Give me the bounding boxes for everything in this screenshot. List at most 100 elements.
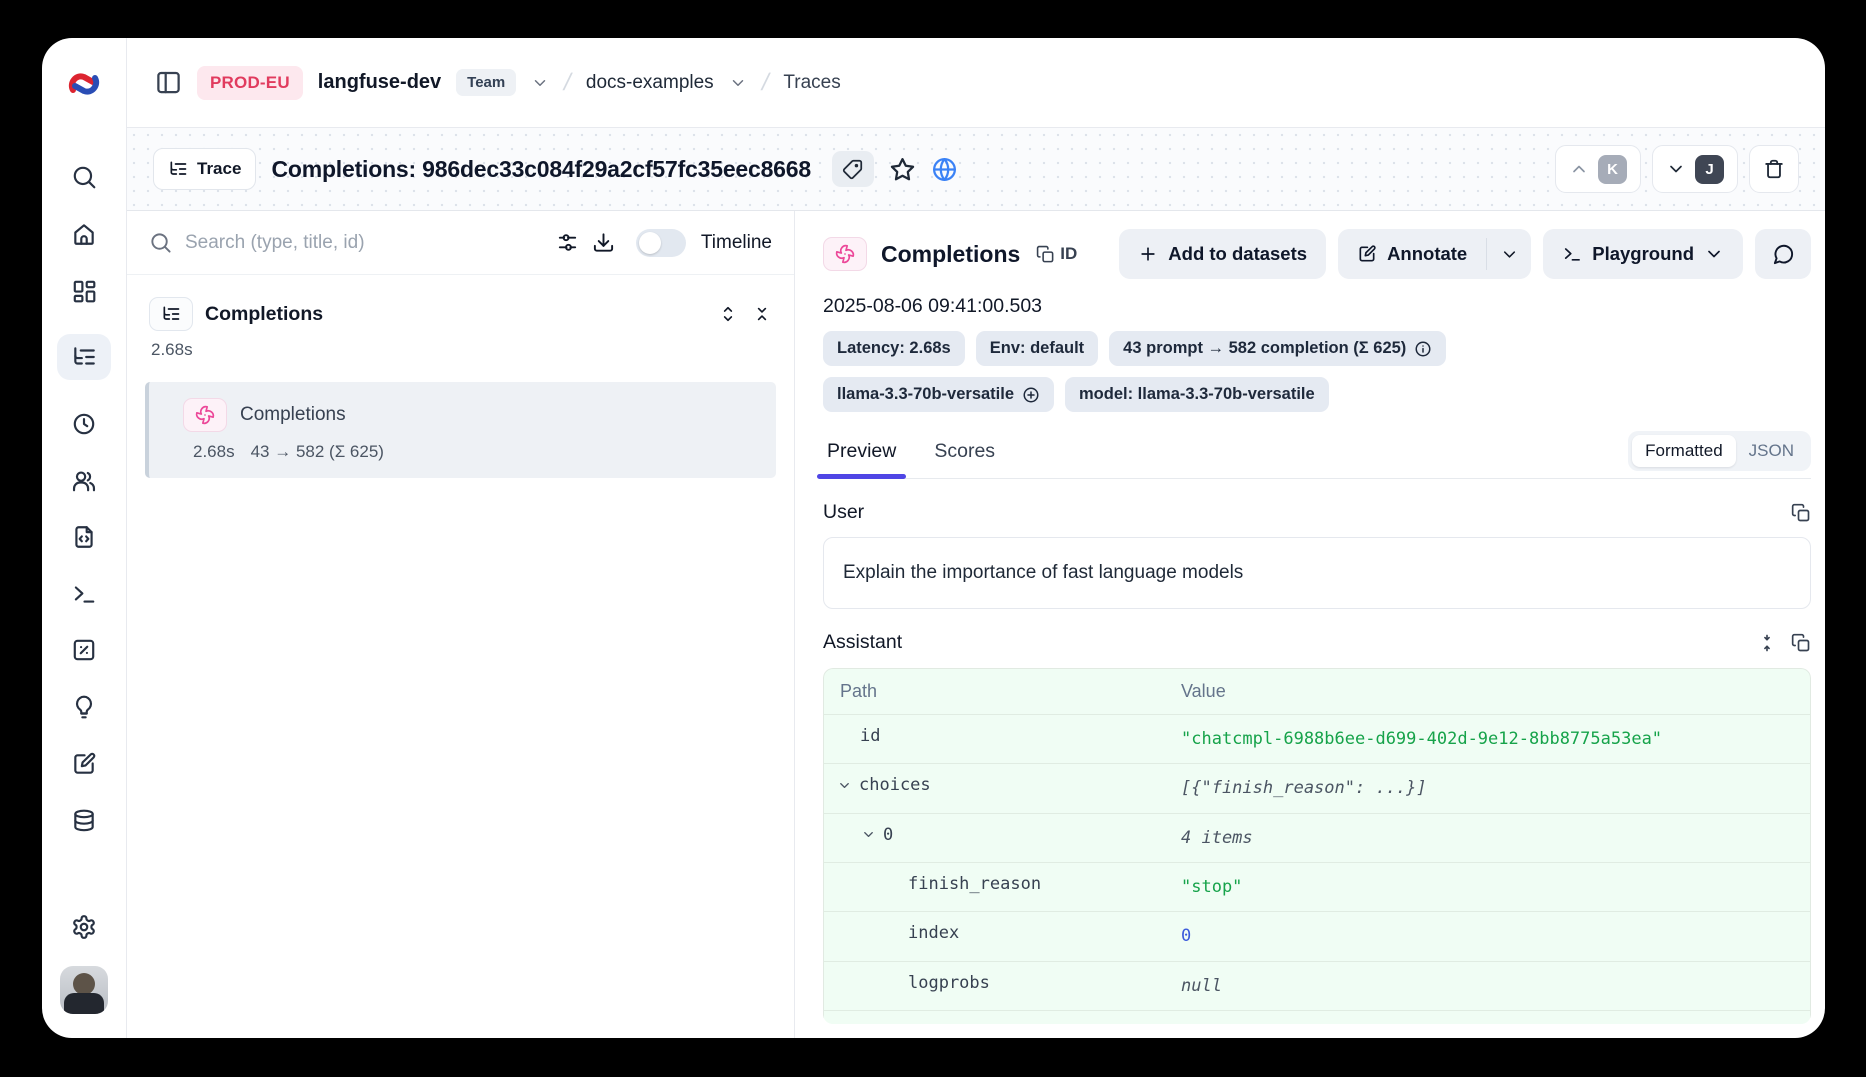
list-tree-icon <box>168 159 188 179</box>
path-column-header: Path <box>840 681 1181 702</box>
search-icon[interactable] <box>71 164 97 190</box>
sidebar-item-tracing[interactable] <box>57 334 111 380</box>
breadcrumb-separator: / <box>561 69 574 97</box>
json-table-header: Path Value <box>824 669 1810 714</box>
playground-icon[interactable] <box>71 581 97 607</box>
trace-tree: Completions 2.68s Completions <box>127 275 794 500</box>
user-avatar[interactable] <box>60 966 108 1014</box>
generation-fan-icon <box>823 237 867 271</box>
sidebar-rail <box>42 38 127 1038</box>
tree-item-generation-selected[interactable]: Completions 2.68s 43 → 582 (Σ 625) <box>145 382 776 478</box>
assistant-section-header: Assistant <box>823 631 1811 654</box>
environment-badge[interactable]: PROD-EU <box>197 66 303 100</box>
tree-root-duration: 2.68s <box>151 340 776 360</box>
evaluation-icon[interactable] <box>71 637 97 663</box>
format-formatted[interactable]: Formatted <box>1632 435 1735 467</box>
search-icon <box>149 231 172 254</box>
trace-title-bar: Trace Completions: 986dec33c084f29a2cf57… <box>127 127 1825 211</box>
next-trace-button[interactable]: J <box>1652 145 1738 193</box>
chat-bubble-icon <box>1772 243 1795 266</box>
sessions-icon[interactable] <box>71 411 97 437</box>
insights-icon[interactable] <box>71 694 97 720</box>
users-icon[interactable] <box>71 468 97 494</box>
copy-icon[interactable] <box>1791 503 1811 523</box>
project-switcher-chevron-icon[interactable] <box>729 74 747 92</box>
download-icon[interactable] <box>592 231 615 254</box>
tree-root-row[interactable]: Completions <box>145 297 776 331</box>
comments-button[interactable] <box>1755 229 1811 279</box>
annotation-icon[interactable] <box>71 751 97 777</box>
table-row: finish_reason "stop" <box>824 862 1810 911</box>
trace-title: Completions: 986dec33c084f29a2cf57fc35ee… <box>271 156 811 183</box>
tree-root-label: Completions <box>205 303 323 326</box>
format-json[interactable]: JSON <box>1736 435 1807 467</box>
prev-trace-button[interactable]: K <box>1555 145 1641 193</box>
id-label: ID <box>1060 244 1077 264</box>
org-switcher-chevron-icon[interactable] <box>531 74 549 92</box>
bookmark-star-icon[interactable] <box>889 156 916 183</box>
table-row[interactable]: 0 4 items <box>824 813 1810 862</box>
collapse-all-icon[interactable] <box>752 304 772 324</box>
delete-trace-button[interactable] <box>1749 145 1799 193</box>
user-section-title: User <box>823 501 864 524</box>
app-window: PROD-EU langfuse-dev Team / docs-example… <box>42 38 1825 1038</box>
tracing-icon <box>71 344 97 370</box>
user-section-header: User <box>823 501 1811 524</box>
token-usage-badge[interactable]: 43 prompt → 582 completion (Σ 625) <box>1109 331 1446 366</box>
annotate-split-button: Annotate <box>1338 229 1531 279</box>
timeline-toggle[interactable] <box>636 229 686 257</box>
expand-all-icon[interactable] <box>718 304 738 324</box>
home-icon[interactable] <box>71 221 97 247</box>
tree-item-label: Completions <box>240 404 346 426</box>
latency-badge: Latency: 2.68s <box>823 331 965 366</box>
breadcrumb: PROD-EU langfuse-dev Team / docs-example… <box>127 38 1825 127</box>
assistant-section-title: Assistant <box>823 631 902 654</box>
tab-preview[interactable]: Preview <box>823 430 900 478</box>
trash-icon <box>1763 158 1785 180</box>
chevron-down-icon <box>861 827 876 842</box>
tag-icon[interactable] <box>832 151 874 187</box>
dashboard-icon[interactable] <box>71 278 97 304</box>
observation-badges: Latency: 2.68s Env: default 43 prompt → … <box>823 331 1583 412</box>
observation-detail-panel: Completions ID Add to datasets <box>795 211 1825 1038</box>
add-to-datasets-button[interactable]: Add to datasets <box>1119 229 1326 279</box>
langfuse-logo-icon[interactable] <box>64 64 104 104</box>
generation-fan-icon <box>183 398 227 432</box>
circle-plus-icon <box>1022 386 1040 404</box>
table-row[interactable]: message 2 items <box>824 1010 1810 1024</box>
view-settings-icon[interactable] <box>556 231 579 254</box>
table-row: index 0 <box>824 911 1810 960</box>
trace-type-badge: Trace <box>153 148 256 190</box>
copy-id-button[interactable]: ID <box>1036 244 1077 264</box>
annotate-button[interactable]: Annotate <box>1338 229 1486 279</box>
observation-title: Completions <box>881 241 1020 268</box>
assistant-json-table: Path Value id "chatcmpl-6988b6ee-d699-40… <box>823 668 1811 1024</box>
datasets-icon[interactable] <box>71 808 97 834</box>
playground-button[interactable]: Playground <box>1543 229 1743 279</box>
tab-scores[interactable]: Scores <box>930 430 999 478</box>
breadcrumb-section[interactable]: Traces <box>783 72 840 94</box>
table-row[interactable]: choices [{"finish_reason": ...}] <box>824 763 1810 812</box>
tree-search-input[interactable] <box>185 232 543 254</box>
chevron-down-icon <box>1704 244 1724 264</box>
prompts-icon[interactable] <box>71 524 97 550</box>
project-name[interactable]: docs-examples <box>586 72 714 94</box>
sidebar-toggle-icon[interactable] <box>155 69 182 96</box>
plus-icon <box>1138 244 1158 264</box>
detail-tabs: Preview Scores Formatted JSON <box>823 430 1811 479</box>
trace-tree-panel: Timeline Completions 2.68s <box>127 211 795 1038</box>
terminal-icon <box>1562 244 1582 264</box>
tree-search-row: Timeline <box>127 211 794 275</box>
org-type-badge: Team <box>456 69 516 96</box>
trace-node-icon <box>149 297 193 331</box>
model-pill-badge[interactable]: llama-3.3-70b-versatile <box>823 377 1054 412</box>
annotate-dropdown-chevron-icon[interactable] <box>1487 229 1531 279</box>
copy-icon[interactable] <box>1791 633 1811 653</box>
breadcrumb-separator: / <box>759 69 772 97</box>
settings-gear-icon[interactable] <box>71 914 97 940</box>
public-globe-icon[interactable] <box>931 156 958 183</box>
collapse-vertical-icon[interactable] <box>1757 633 1777 653</box>
environment-badge: Env: default <box>976 331 1098 366</box>
organization-name[interactable]: langfuse-dev <box>318 71 441 94</box>
kbd-j: J <box>1695 155 1724 184</box>
